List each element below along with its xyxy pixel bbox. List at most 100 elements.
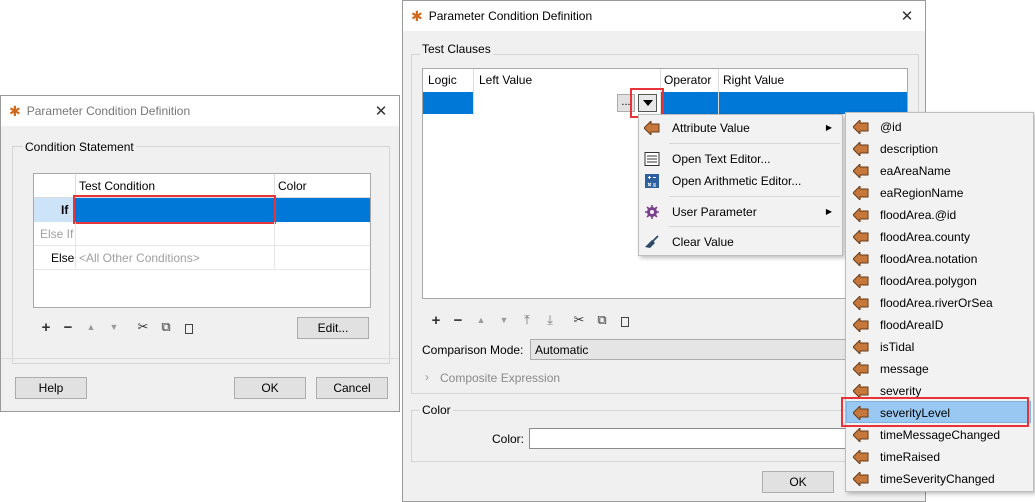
remove-icon[interactable]: − <box>59 319 77 336</box>
copy-icon[interactable]: ⧉ <box>593 312 611 328</box>
broom-icon <box>645 235 659 248</box>
clauses-header: Logic Left Value Operator Right Value <box>423 69 907 115</box>
severity-level-highlight <box>841 397 1029 427</box>
left-dialog-titlebar: ✱ Parameter Condition Definition ✕ <box>1 96 399 126</box>
submenu-item-label: timeMessageChanged <box>880 428 1001 442</box>
add-icon[interactable]: + <box>37 319 55 336</box>
right-toolbar: + − ▲ ▼ ⤒ ⤓ ✂ ⧉ <box>427 312 657 330</box>
submenu-item-label: @id <box>880 120 902 134</box>
attribute-arrow-icon <box>644 121 660 135</box>
submenu-item-floodareaid[interactable]: floodAreaID <box>846 314 1033 336</box>
column-test-condition: Test Condition <box>79 179 156 193</box>
menu-item-user-parameter[interactable]: User Parameter ▶ <box>639 201 842 223</box>
submenu-item-floodarea-polygon[interactable]: floodArea.polygon <box>846 270 1033 292</box>
submenu-item-label: floodArea.riverOrSea <box>880 296 993 310</box>
submenu-item-label: timeSeverityChanged <box>880 472 995 486</box>
left-toolbar: + − ▲ ▼ ✂ ⧉ <box>37 319 217 337</box>
submenu-item-message[interactable]: message <box>846 358 1033 380</box>
move-down-icon[interactable]: ▼ <box>105 322 123 332</box>
attribute-arrow-icon <box>853 318 869 332</box>
app-logo-icon: ✱ <box>411 7 423 24</box>
row-label-else: Else <box>51 251 75 265</box>
left-dialog-title: Parameter Condition Definition <box>26 104 191 118</box>
close-icon[interactable]: ✕ <box>889 7 925 25</box>
submenu-arrow-icon: ▶ <box>825 123 832 132</box>
table-row-else-if[interactable]: Else If <box>34 222 370 246</box>
submenu-item-label: description <box>880 142 939 156</box>
comparison-mode-label: Comparison Mode: <box>422 343 524 357</box>
attribute-arrow-icon <box>853 186 869 200</box>
cancel-button[interactable]: Cancel <box>316 377 388 399</box>
submenu-item-label: floodArea.@id <box>880 208 957 222</box>
submenu-item-label: floodArea.notation <box>880 252 978 266</box>
column-color: Color <box>278 179 307 193</box>
close-icon[interactable]: ✕ <box>363 102 399 120</box>
attribute-arrow-icon <box>853 340 869 354</box>
submenu-item-label: floodAreaID <box>880 318 944 332</box>
left-dialog-divider <box>1 358 399 359</box>
attribute-arrow-icon <box>853 428 869 442</box>
attribute-arrow-icon <box>853 472 869 486</box>
attribute-arrow-icon <box>853 230 869 244</box>
test-clauses-label: Test Clauses <box>420 42 493 56</box>
remove-icon[interactable]: − <box>449 312 467 329</box>
cut-icon[interactable]: ✂ <box>570 312 588 328</box>
submenu-item-timemessagechanged[interactable]: timeMessageChanged <box>846 424 1033 446</box>
left-dialog: ✱ Parameter Condition Definition ✕ Condi… <box>0 95 400 412</box>
comparison-mode-select[interactable]: Automatic <box>530 339 850 360</box>
context-menu: Attribute Value ▶ Open Text Editor... Op… <box>638 114 843 256</box>
help-button[interactable]: Help <box>15 377 87 399</box>
table-row-else[interactable]: Else <All Other Conditions> <box>34 246 370 270</box>
move-up-icon[interactable]: ▲ <box>82 322 100 332</box>
submenu-item-description[interactable]: description <box>846 138 1033 160</box>
submenu-item-label: severity <box>880 384 922 398</box>
attribute-submenu: @id description eaAreaName eaRegionName floo… <box>845 112 1034 492</box>
submenu-arrow-icon: ▶ <box>825 207 832 216</box>
composite-chevron-icon[interactable]: › <box>425 370 429 384</box>
attribute-arrow-icon <box>853 208 869 222</box>
color-field-label: Color: <box>492 432 525 446</box>
menu-item-attribute-value[interactable]: Attribute Value ▶ <box>639 117 842 139</box>
submenu-item-label: eaAreaName <box>880 164 951 178</box>
submenu-item-label: eaRegionName <box>880 186 964 200</box>
column-logic: Logic <box>428 73 457 87</box>
move-top-icon[interactable]: ⤒ <box>518 312 536 328</box>
submenu-item-timeseveritychanged[interactable]: timeSeverityChanged <box>846 468 1033 490</box>
paste-icon[interactable] <box>616 315 634 330</box>
menu-item-open-arithmetic-editor[interactable]: Open Arithmetic Editor... <box>639 170 842 192</box>
move-up-icon[interactable]: ▲ <box>472 315 490 325</box>
submenu-item-floodarea-riverorsea[interactable]: floodArea.riverOrSea <box>846 292 1033 314</box>
edit-button[interactable]: Edit... <box>297 317 369 339</box>
submenu-item-floodarea-id[interactable]: floodArea.@id <box>846 204 1033 226</box>
menu-item-open-text-editor[interactable]: Open Text Editor... <box>639 148 842 170</box>
paste-icon[interactable] <box>180 322 198 337</box>
ok-button[interactable]: OK <box>234 377 306 399</box>
row-label-else-if: Else If <box>40 227 74 241</box>
move-bottom-icon[interactable]: ⤓ <box>541 312 559 328</box>
move-down-icon[interactable]: ▼ <box>495 315 513 325</box>
attribute-arrow-icon <box>853 450 869 464</box>
copy-icon[interactable]: ⧉ <box>157 319 175 335</box>
column-right-value: Right Value <box>723 73 785 87</box>
text-editor-icon <box>644 152 660 166</box>
submenu-item-earegionname[interactable]: eaRegionName <box>846 182 1033 204</box>
right-ok-button[interactable]: OK <box>762 471 834 493</box>
submenu-item-istidal[interactable]: isTidal <box>846 336 1033 358</box>
submenu-item-floodarea-county[interactable]: floodArea.county <box>846 226 1033 248</box>
menu-separator <box>669 143 840 144</box>
cut-icon[interactable]: ✂ <box>134 319 152 335</box>
add-icon[interactable]: + <box>427 312 445 329</box>
submenu-item-eaareaname[interactable]: eaAreaName <box>846 160 1033 182</box>
attribute-arrow-icon <box>853 252 869 266</box>
clause-row[interactable]: ... <box>423 92 907 114</box>
attribute-arrow-icon <box>853 120 869 134</box>
submenu-item-floodarea-notation[interactable]: floodArea.notation <box>846 248 1033 270</box>
submenu-item-label: isTidal <box>880 340 915 354</box>
submenu-item-timeraised[interactable]: timeRaised <box>846 446 1033 468</box>
menu-item-clear-value[interactable]: Clear Value <box>639 231 842 253</box>
composite-expression-label[interactable]: Composite Expression <box>440 371 560 385</box>
submenu-item-id[interactable]: @id <box>846 116 1033 138</box>
color-field[interactable] <box>529 428 859 449</box>
submenu-item-label: floodArea.polygon <box>880 274 977 288</box>
test-condition-cell-highlight[interactable] <box>73 195 276 224</box>
